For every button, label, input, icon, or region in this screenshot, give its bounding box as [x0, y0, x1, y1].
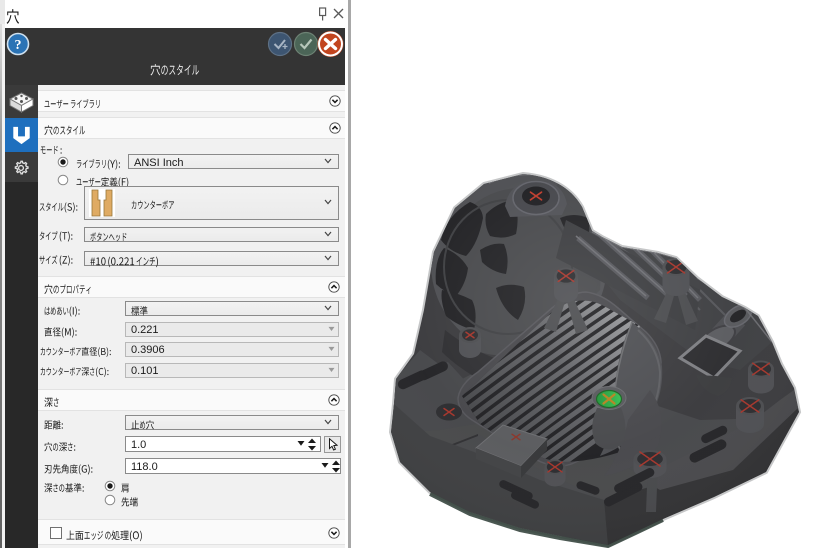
svg-text:?: ?	[15, 38, 22, 53]
